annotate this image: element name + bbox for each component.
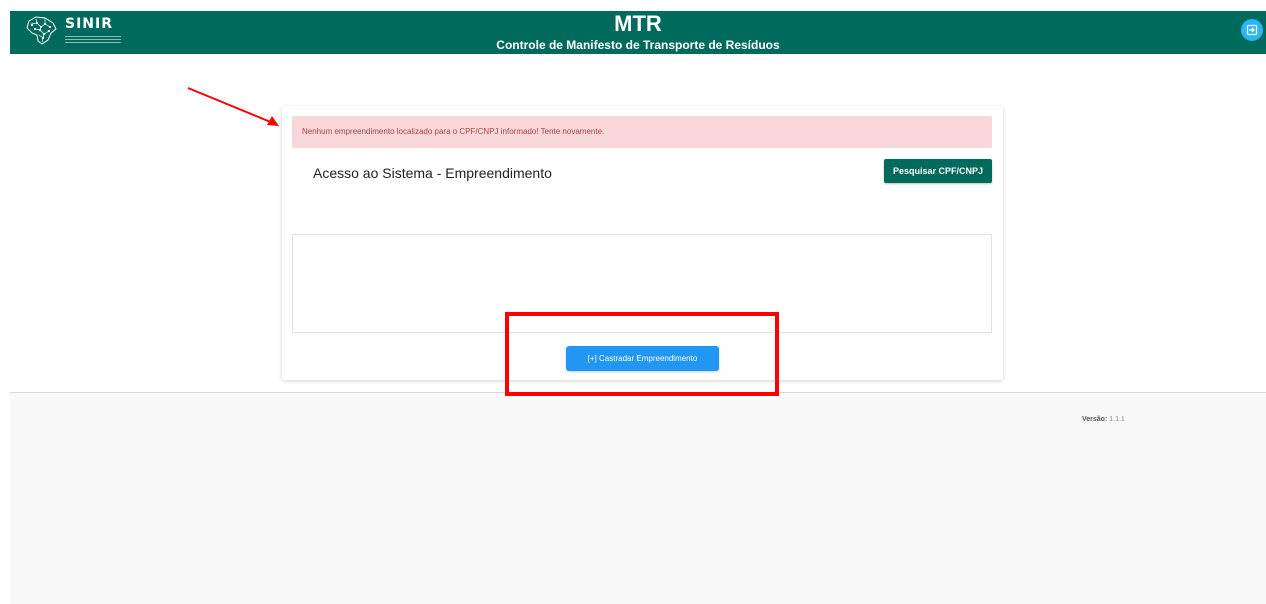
card-title: Acesso ao Sistema - Empreendimento xyxy=(313,165,552,181)
version-label: Versão: xyxy=(1082,416,1108,423)
version-value: 1.1.1 xyxy=(1109,416,1125,423)
search-cpf-cnpj-button[interactable]: Pesquisar CPF/CNPJ xyxy=(884,159,992,183)
red-arrow-annotation xyxy=(187,87,279,126)
logout-button[interactable] xyxy=(1241,19,1263,41)
app-subtitle: Controle de Manifesto de Transporte de R… xyxy=(496,38,780,52)
app-header: SINIR MTR Controle de Manifesto de Trans… xyxy=(10,11,1266,54)
page-footer: Versão: 1.1.1 xyxy=(10,392,1266,604)
logout-icon xyxy=(1246,24,1258,36)
version-info: Versão: 1.1.1 xyxy=(1082,416,1125,423)
red-highlight-annotation xyxy=(505,312,779,396)
app-title: MTR xyxy=(614,11,662,36)
error-alert: Nenhum empreendimento localizado para o … xyxy=(292,116,992,148)
